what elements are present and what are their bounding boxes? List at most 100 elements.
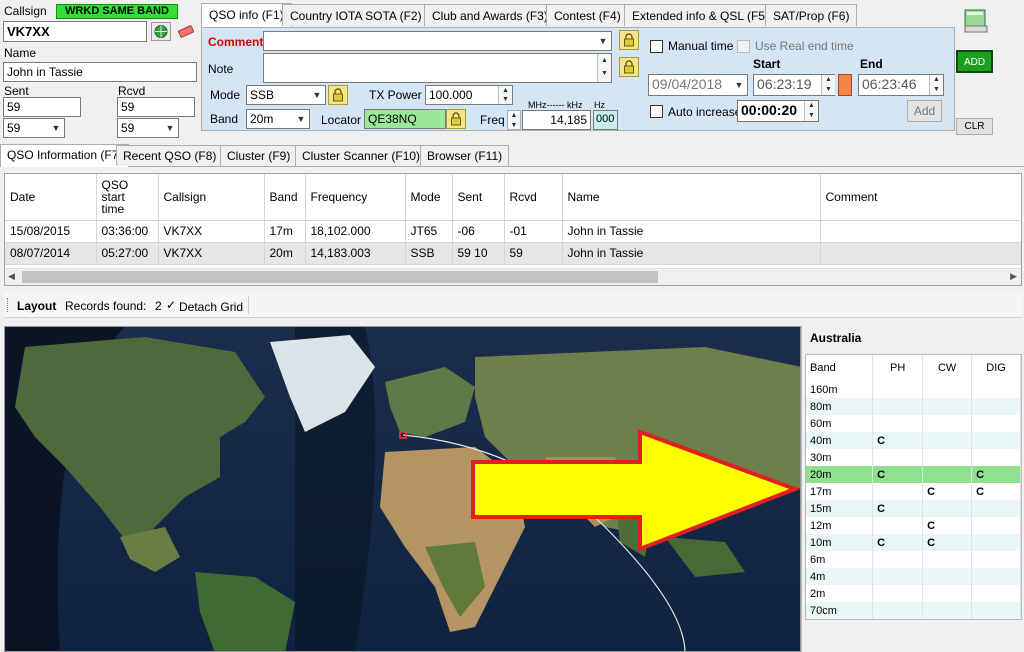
cw-cell — [922, 415, 973, 432]
tab-extended-info-qsl[interactable]: Extended info & QSL (F5) — [624, 4, 777, 26]
comment-input[interactable]: ▼ — [263, 31, 612, 51]
col-header-callsign[interactable]: Callsign — [158, 174, 265, 221]
add-button[interactable]: ADD — [956, 50, 993, 73]
save-db-icon[interactable] — [962, 8, 990, 34]
tab-contest[interactable]: Contest (F4) — [546, 4, 629, 26]
clr-button[interactable]: CLR — [956, 118, 993, 135]
ph-cell — [872, 568, 924, 585]
freq-input[interactable]: 14,185 — [522, 110, 591, 130]
locator-lock-icon[interactable] — [446, 109, 466, 129]
band-row[interactable]: 20m C C — [806, 466, 1021, 483]
band-row[interactable]: 60m — [806, 415, 1021, 432]
horizontal-scrollbar[interactable]: ◀ ▶ — [5, 268, 1021, 285]
sent-select-value: 59 — [7, 121, 21, 135]
ph-col-header: PH — [872, 355, 924, 381]
eraser-icon[interactable] — [176, 22, 196, 41]
band-row[interactable]: 6m — [806, 551, 1021, 568]
end-time-spinner[interactable]: ▲ ▼ — [929, 75, 943, 95]
comment-lock-icon[interactable] — [619, 30, 639, 50]
detach-grid-button[interactable]: Detach Grid — [179, 300, 243, 314]
tab-recent-qso[interactable]: Recent QSO (F8) — [116, 145, 224, 166]
band-row[interactable]: 4m — [806, 568, 1021, 585]
scroll-left-arrow[interactable]: ◀ — [8, 271, 15, 282]
band-select[interactable]: 20m ▼ — [246, 109, 310, 129]
tab-cluster-scanner[interactable]: Cluster Scanner (F10) — [295, 145, 428, 166]
locator-input[interactable]: QE38NQ — [364, 109, 446, 129]
ph-cell — [872, 483, 924, 500]
col-header-frequency[interactable]: Frequency — [305, 174, 406, 221]
band-row[interactable]: 160m — [806, 381, 1021, 398]
col-header-mode[interactable]: Mode — [405, 174, 453, 221]
tab-cluster[interactable]: Cluster (F9) — [220, 145, 298, 166]
add-small-button[interactable]: Add — [907, 100, 942, 122]
freq-label: Freq — [480, 113, 505, 127]
col-header-comment[interactable]: Comment — [820, 174, 1021, 221]
sent-select[interactable]: 59 ▼ — [3, 118, 65, 138]
band-cell: 6m — [806, 551, 874, 568]
band-row[interactable]: 40m C — [806, 432, 1021, 449]
scroll-thumb[interactable] — [22, 271, 658, 283]
band-cell: 70cm — [806, 602, 874, 619]
band-row[interactable]: 70cm — [806, 602, 1021, 619]
name-input[interactable]: John in Tassie — [3, 62, 197, 82]
band-row[interactable]: 12m C — [806, 517, 1021, 534]
scroll-right-arrow[interactable]: ▶ — [1010, 271, 1017, 282]
band-row[interactable]: 15m C — [806, 500, 1021, 517]
cell-rcvd: 59 — [504, 242, 563, 265]
cw-cell: C — [922, 483, 973, 500]
mode-lock-icon[interactable] — [328, 85, 348, 105]
auto-increase-checkbox[interactable] — [650, 105, 663, 118]
band-row[interactable]: 17m C C — [806, 483, 1021, 500]
dig-cell — [971, 398, 1021, 415]
col-header-qso-start-time[interactable]: QSO start time — [96, 174, 159, 221]
date-select[interactable]: 09/04/2018 ▼ — [648, 74, 748, 96]
band-row[interactable]: 10m C C — [806, 534, 1021, 551]
freq-spinner[interactable]: ▲ ▼ — [507, 110, 521, 130]
tab-club-awards[interactable]: Club and Awards (F3) — [424, 4, 556, 26]
table-row[interactable]: 15/08/2015 03:36:00 VK7XX 17m 18,102.000… — [5, 220, 1021, 243]
tab-browser[interactable]: Browser (F11) — [420, 145, 510, 166]
hz-input[interactable]: 000 — [593, 110, 618, 130]
cw-cell — [922, 449, 973, 466]
col-header-date[interactable]: Date — [5, 174, 97, 221]
cw-cell — [922, 398, 973, 415]
col-header-band[interactable]: Band — [264, 174, 306, 221]
world-map[interactable] — [4, 326, 801, 652]
tx-power-label: TX Power — [369, 88, 422, 102]
sent-input[interactable]: 59 — [3, 97, 81, 117]
col-header-sent[interactable]: Sent — [452, 174, 505, 221]
layout-button[interactable]: Layout — [17, 299, 56, 313]
band-row[interactable]: 30m — [806, 449, 1021, 466]
note-lock-icon[interactable] — [619, 57, 639, 77]
sync-time-button[interactable] — [838, 74, 852, 96]
tab-qso-info[interactable]: QSO info (F1) — [201, 3, 292, 27]
tab-country-iota-sota[interactable]: Country IOTA SOTA (F2) — [282, 4, 430, 26]
tx-power-spinner[interactable]: ▲ ▼ — [498, 86, 512, 104]
tab-sat-prop[interactable]: SAT/Prop (F6) — [765, 4, 858, 26]
band-row[interactable]: 2m — [806, 585, 1021, 602]
table-row[interactable]: 08/07/2014 05:27:00 VK7XX 20m 14,183.003… — [5, 242, 1021, 265]
lookup-globe-icon[interactable] — [151, 22, 171, 41]
col-header-rcvd[interactable]: Rcvd — [504, 174, 563, 221]
ph-cell: C — [872, 534, 924, 551]
dig-cell — [971, 585, 1021, 602]
callsign-input[interactable]: VK7XX — [3, 21, 147, 42]
chevron-down-icon: ▼ — [296, 114, 306, 124]
auto-increase-spinner[interactable]: ▲ ▼ — [804, 101, 818, 121]
note-input[interactable] — [263, 53, 612, 83]
start-time-spinner[interactable]: ▲ ▼ — [821, 75, 835, 95]
chevron-down-icon: ▼ — [165, 123, 175, 133]
mode-select[interactable]: SSB ▼ — [246, 85, 326, 105]
band-row[interactable]: 80m — [806, 398, 1021, 415]
col-header-name[interactable]: Name — [562, 174, 821, 221]
cell-time: 03:36:00 — [96, 220, 159, 243]
manual-time-checkbox[interactable] — [650, 40, 663, 53]
note-scroll-arrows[interactable]: ▲ ▼ — [597, 54, 611, 82]
tab-qso-information[interactable]: QSO Information (F7) — [0, 144, 130, 167]
rcvd-input[interactable]: 59 — [117, 97, 195, 117]
real-end-time-checkbox[interactable] — [737, 40, 750, 53]
band-value: 20m — [250, 112, 274, 126]
mode-value: SSB — [250, 88, 275, 102]
rcvd-select[interactable]: 59 ▼ — [117, 118, 179, 138]
lower-tabs-strip — [0, 166, 1024, 167]
